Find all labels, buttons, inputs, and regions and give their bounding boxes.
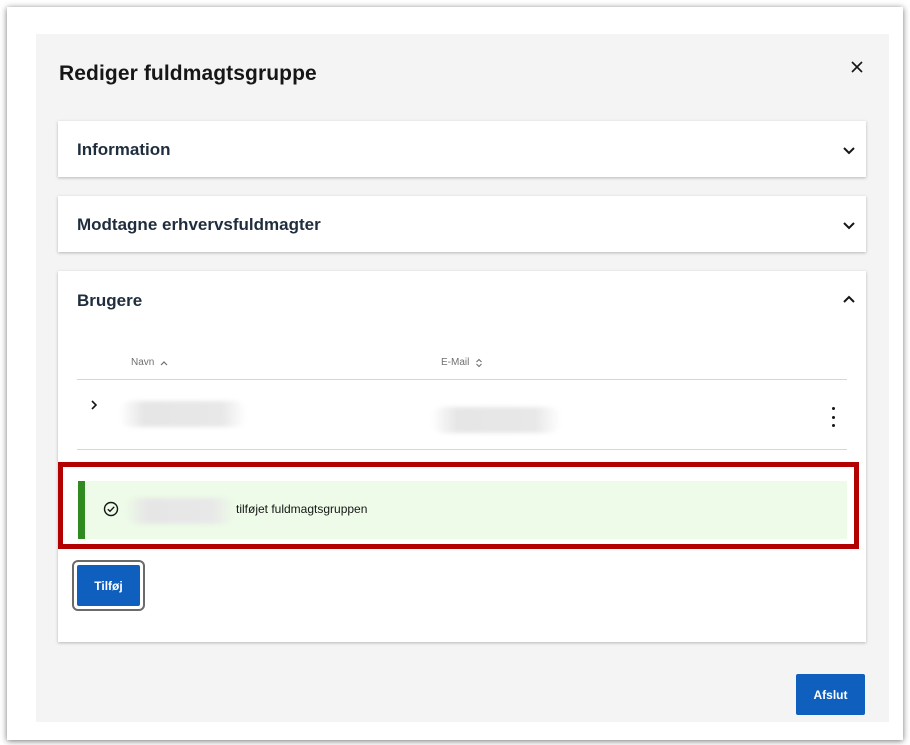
accordion-received-title: Modtagne erhvervsfuldmagter: [77, 215, 321, 234]
sort-icon: [476, 358, 483, 367]
modal-title: Rediger fuldmagtsgruppe: [59, 62, 317, 85]
column-header-name[interactable]: Navn: [131, 357, 168, 368]
accordion-received-header[interactable]: Modtagne erhvervsfuldmagter: [58, 196, 866, 252]
redacted-user-name: [119, 401, 247, 427]
accordion-users: Brugere Navn E-Mail tilføjet fuldmagtsgr…: [58, 271, 866, 642]
accordion-received-authorisations: Modtagne erhvervsfuldmagter: [58, 196, 866, 252]
edit-group-modal: Rediger fuldmagtsgruppe Information Modt…: [36, 34, 889, 722]
column-header-email-label: E-Mail: [441, 357, 470, 368]
accordion-users-title: Brugere: [77, 291, 143, 310]
redacted-added-user: [125, 498, 235, 524]
accordion-information-title: Information: [77, 140, 171, 159]
finish-button[interactable]: Afslut: [796, 674, 865, 715]
chevron-up-icon: [843, 295, 855, 303]
chevron-down-icon: [843, 222, 855, 230]
accordion-users-header[interactable]: Brugere: [58, 271, 866, 331]
checkmark-circle-icon: [103, 501, 119, 517]
success-notification: tilføjet fuldmagtsgruppen: [78, 481, 847, 539]
table-header-divider: [77, 379, 847, 380]
column-header-email[interactable]: E-Mail: [441, 357, 483, 368]
accordion-information-header[interactable]: Information: [58, 121, 866, 177]
close-icon[interactable]: [846, 56, 868, 78]
overflow-menu-icon[interactable]: [828, 407, 838, 427]
screenshot-frame: Rediger fuldmagtsgruppe Information Modt…: [7, 7, 903, 740]
table-row-divider: [77, 449, 847, 450]
column-header-name-label: Navn: [131, 357, 155, 368]
add-button[interactable]: Tilføj: [77, 565, 140, 606]
chevron-right-icon[interactable]: [88, 398, 100, 412]
accordion-information: Information: [58, 121, 866, 177]
redacted-user-email: [431, 407, 561, 433]
chevron-up-icon: [160, 360, 168, 365]
chevron-down-icon: [843, 147, 855, 155]
notification-message: tilføjet fuldmagtsgruppen: [236, 502, 368, 516]
